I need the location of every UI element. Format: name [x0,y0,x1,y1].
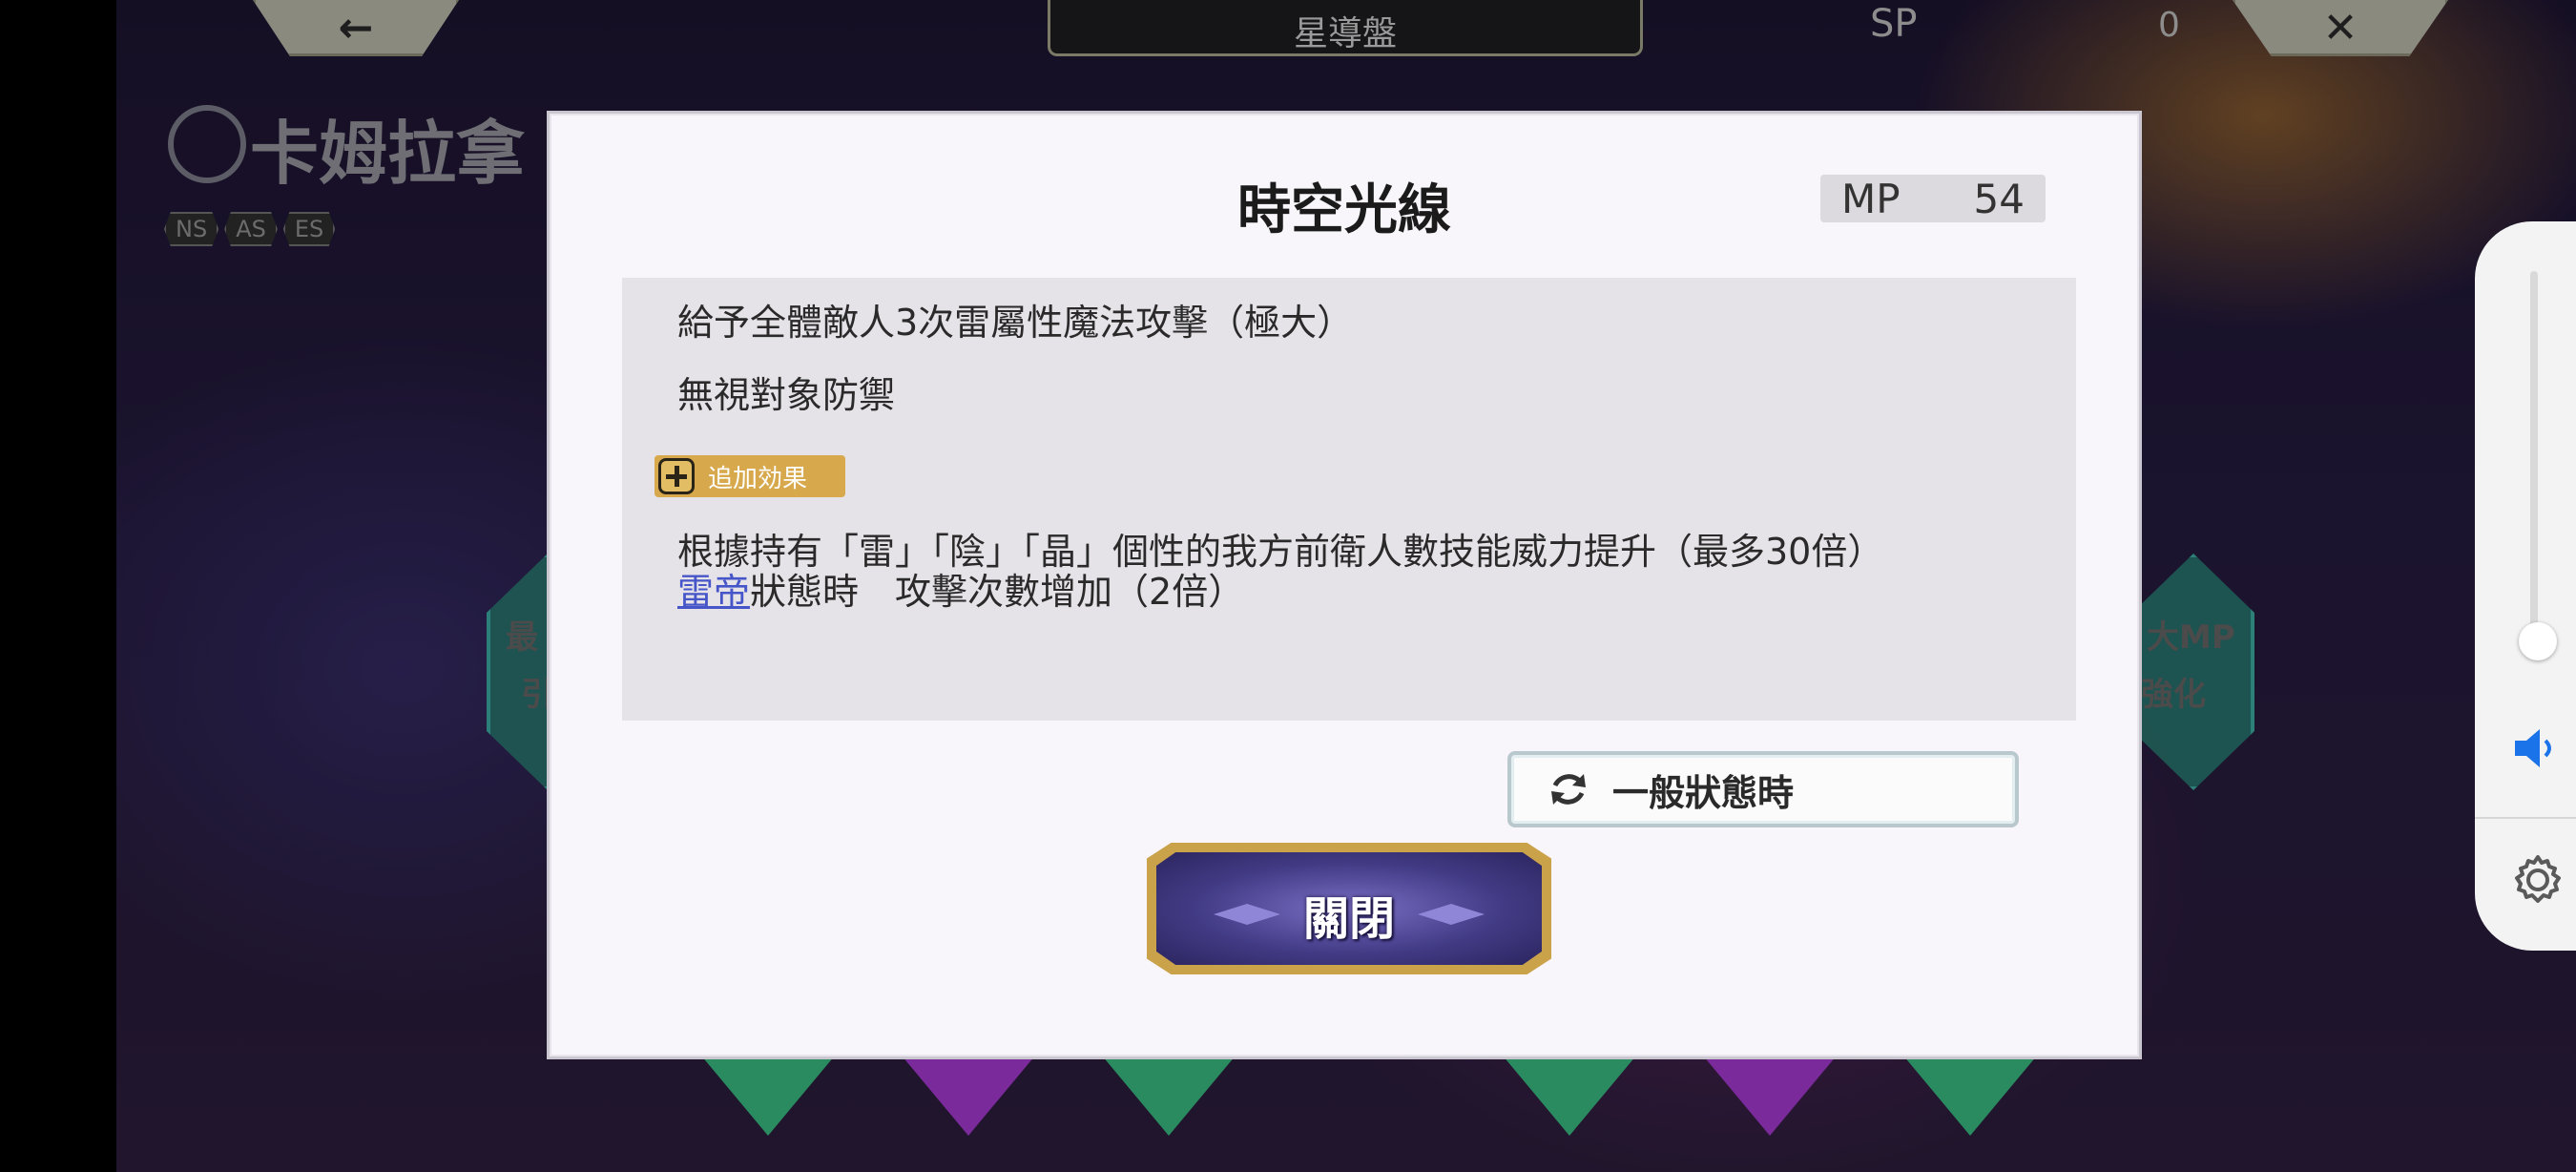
mp-cost-badge: MP 54 [1820,175,2046,222]
sp-value: 0 [2158,6,2180,45]
skill-description-box: 給予全體敵人3次雷屬性魔法攻擊（極大） 無視對象防禦 追加効果 根據持有「雷」「… [622,278,2076,721]
close-dialog-button-face: 關閉 [1156,852,1542,965]
status-link-leitei[interactable]: 雷帝 [677,571,750,613]
description-line-2: 無視對象防禦 [677,374,896,416]
system-volume-panel [2475,221,2576,951]
screen-title-tab: 星導盤 [1048,0,1643,56]
panel-divider [2475,817,2576,819]
speaker-icon[interactable] [2511,725,2559,771]
character-name-text: 卡姆拉拿 [250,114,526,194]
extra-effect-badge: 追加効果 [654,455,845,497]
toggle-state-button[interactable]: 一般狀態時 [1507,751,2019,827]
tag-es[interactable]: ES [282,212,336,246]
description-line-4-text: 狀態時 攻擊次數增加（2倍） [750,571,1245,613]
volume-slider-track[interactable] [2530,271,2538,643]
mp-value: 54 [1973,175,2025,222]
skill-tags: NS AS ES [164,212,336,246]
tag-ns[interactable]: NS [164,212,219,246]
extra-effect-label: 追加効果 [708,464,808,493]
close-x-icon: ✕ [2322,4,2358,52]
right-hex-text-bottom: 強化 [2141,676,2206,714]
character-name: 卡姆拉拿 [162,97,525,198]
volume-slider-thumb[interactable] [2519,622,2557,660]
skill-detail-dialog: 時空光線 MP 54 給予全體敵人3次雷屬性魔法攻擊（極大） 無視對象防禦 追加… [547,111,2142,1059]
refresh-icon [1551,774,1586,805]
close-dialog-button[interactable]: 關閉 [1147,843,1551,974]
plus-icon [658,458,695,494]
description-line-1: 給予全體敵人3次雷屬性魔法攻擊（極大） [677,302,1354,344]
close-dialog-label: 關閉 [1302,892,1395,946]
gear-icon[interactable] [2509,851,2566,909]
right-hex-text-top: 大MP [2147,618,2235,657]
toggle-state-label: 一般狀態時 [1612,771,1795,814]
sp-label: SP [1870,2,1918,46]
description-line-4: 雷帝狀態時 攻擊次數增加（2倍） [677,562,1244,615]
mp-label: MP [1841,175,1901,222]
arrow-left-icon: ← [338,4,374,52]
tag-as[interactable]: AS [224,212,278,246]
left-hex-text-top: 最 [506,618,538,657]
screen-title: 星導盤 [1293,14,1397,53]
